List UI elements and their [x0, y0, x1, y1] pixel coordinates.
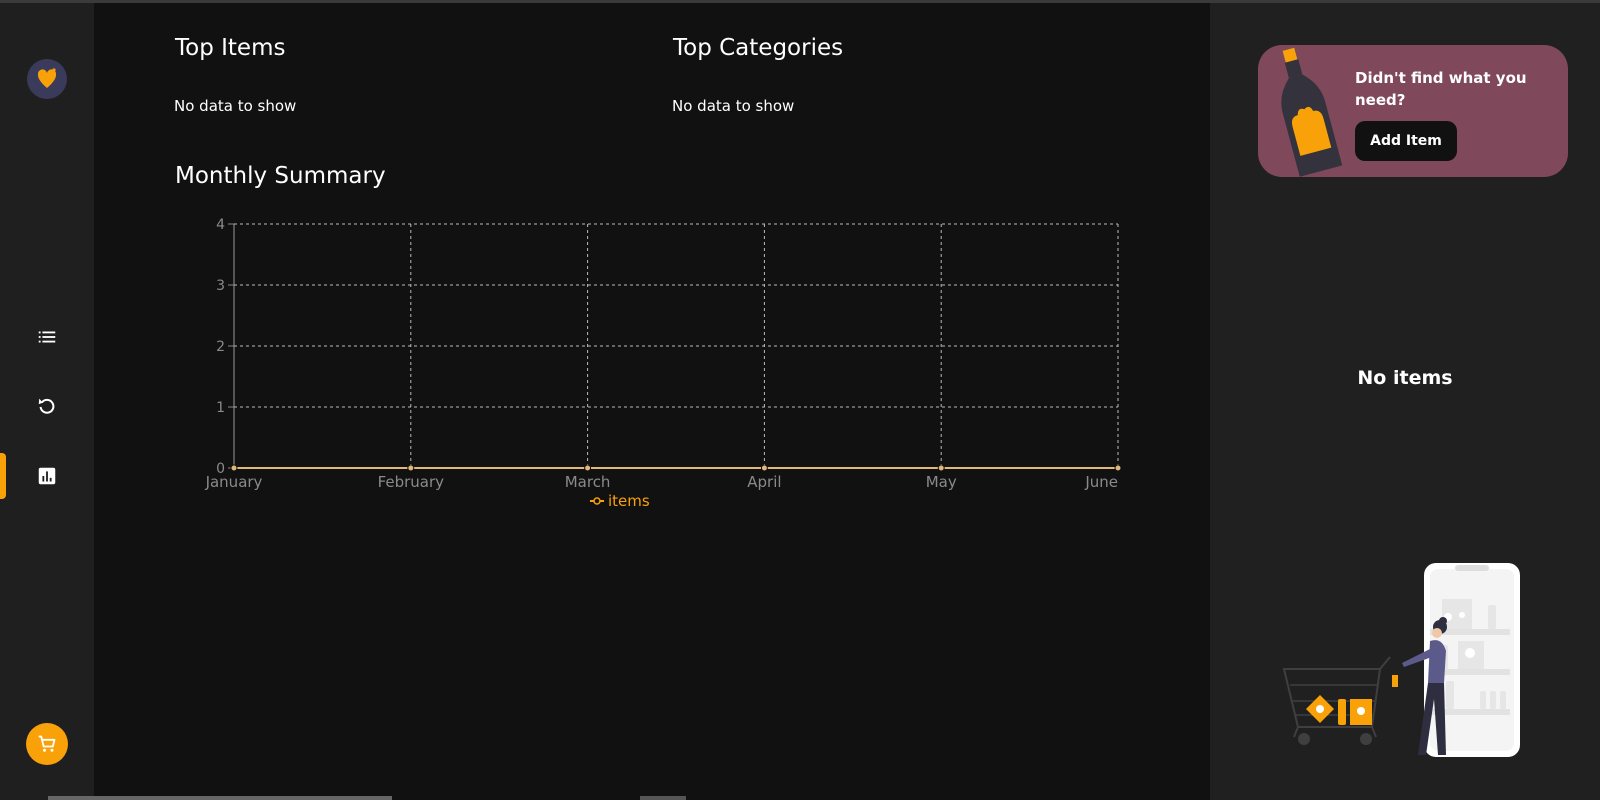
sidebar-item-statistics[interactable]	[0, 453, 94, 499]
top-categories-title: Top Categories	[673, 35, 844, 61]
top-items-title: Top Items	[175, 35, 286, 61]
chart-y-tick-label: 4	[216, 217, 225, 233]
top-categories-empty: No data to show	[672, 97, 795, 115]
chart-x-tick-label: May	[926, 473, 957, 491]
chart-data-point	[937, 464, 945, 472]
shopping-list-panel: Didn't find what you need? Add Item No i…	[1210, 3, 1600, 800]
chart-x-tick-label: June	[1084, 473, 1118, 491]
empty-list-message: No items	[1357, 367, 1453, 389]
chart-x-tick-label: March	[565, 473, 611, 491]
history-icon	[38, 398, 55, 414]
bottle-illustration-icon	[1281, 47, 1343, 177]
add-item-promo-card: Didn't find what you need? Add Item	[1258, 45, 1568, 177]
chart-x-tick-label: January	[205, 473, 263, 491]
horizontal-scrollbar-thumb[interactable]	[640, 796, 686, 800]
list-icon	[38, 331, 56, 343]
promo-text: Didn't find what you need?	[1355, 69, 1527, 109]
sidebar-item-history[interactable]	[0, 383, 94, 429]
statistics-icon	[38, 467, 56, 485]
chart-y-tick-label: 3	[216, 278, 225, 294]
chart-data-point	[760, 464, 768, 472]
shopping-illustration-icon	[1282, 563, 1520, 757]
monthly-summary-chart: 0 1 2 3 4 January February March April May June ite…	[190, 210, 1140, 530]
chart-y-tick-label: 2	[216, 339, 225, 355]
chart-data-point	[584, 464, 592, 472]
chart-x-tick-label: April	[747, 473, 781, 491]
top-items-empty: No data to show	[174, 97, 297, 115]
chart-x-tick-label: February	[378, 473, 445, 491]
sidebar	[0, 3, 94, 800]
cart-button[interactable]	[26, 723, 68, 765]
cart-icon	[38, 735, 56, 752]
monthly-summary-chart-svg: 01234January February March April May Juneite…	[205, 217, 1122, 510]
chart-legend-marker	[593, 497, 601, 505]
add-item-button[interactable]: Add Item	[1355, 121, 1457, 161]
horizontal-scrollbar[interactable]	[48, 796, 392, 800]
chart-data-point	[230, 464, 238, 472]
monthly-summary-title: Monthly Summary	[175, 163, 386, 189]
chart-data-point	[1114, 464, 1122, 472]
chart-legend-label: items	[608, 492, 650, 510]
sidebar-item-items[interactable]	[0, 314, 94, 360]
app-logo[interactable]	[27, 59, 67, 99]
chart-y-tick-label: 1	[216, 400, 225, 416]
logo-icon	[37, 68, 57, 88]
chart-data-point	[407, 464, 415, 472]
